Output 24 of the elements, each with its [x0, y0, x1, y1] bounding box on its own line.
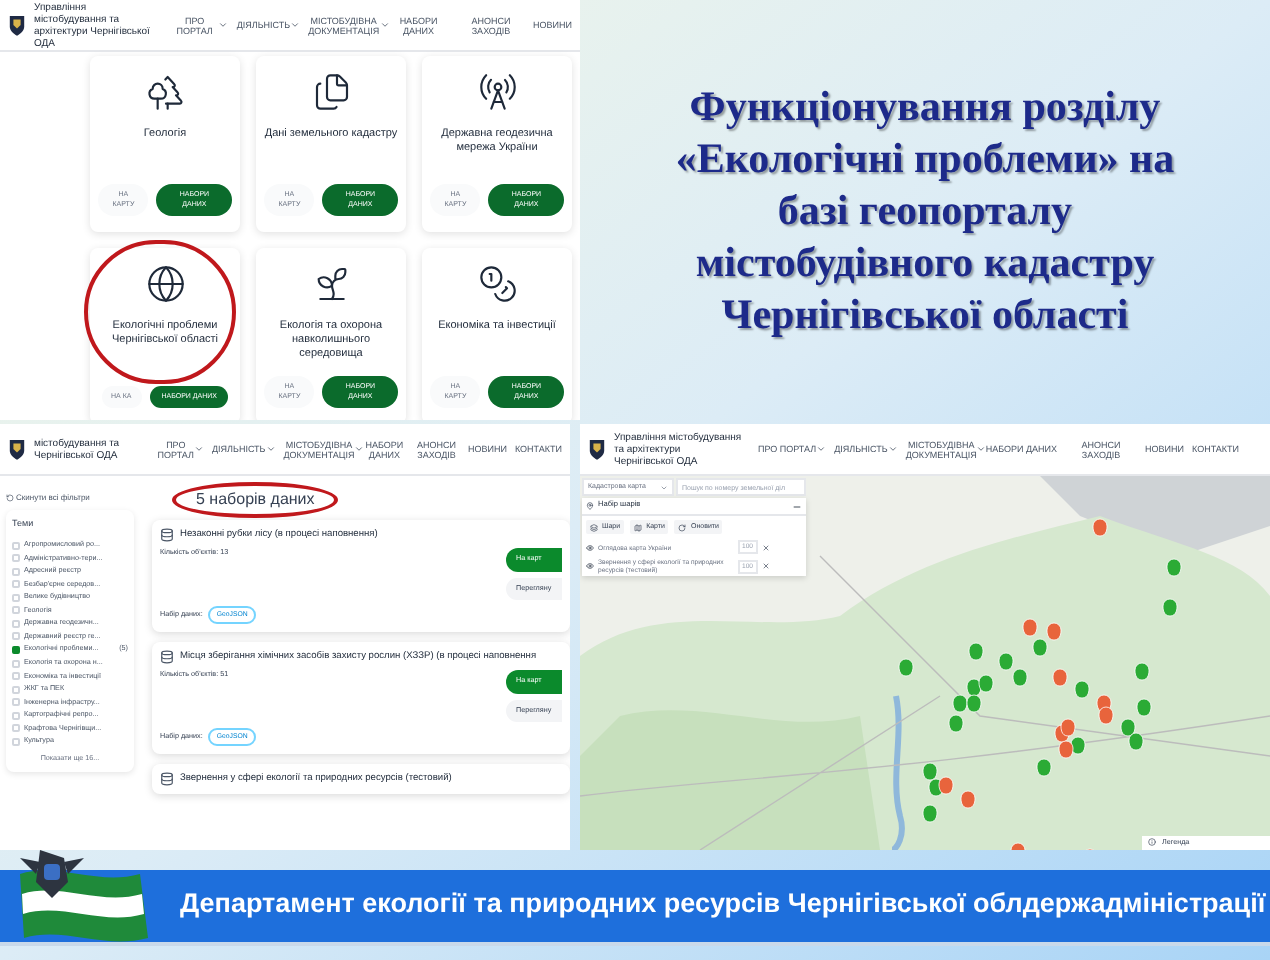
- globe-icon: [145, 264, 185, 304]
- coat-of-arms-icon: [588, 438, 606, 460]
- slide-title: Функціонування розділу «Екологічні проблеми» на базі геопорталу містобудівного кадастру Чернігівської області: [675, 80, 1175, 340]
- coat-of-arms-icon: [8, 14, 26, 36]
- visibility-icon[interactable]: [586, 543, 594, 552]
- datasets-count: 5 наборів даних: [194, 490, 317, 510]
- collapse-icon[interactable]: [792, 501, 802, 511]
- documents-icon: [311, 72, 351, 112]
- database-icon: [160, 772, 174, 787]
- layers-icon: [590, 523, 598, 532]
- map-icon: [634, 523, 643, 532]
- visibility-icon[interactable]: [586, 562, 594, 571]
- footer-text: Департамент екології та природних ресурсів Чернігівської облдержадміністрації: [180, 886, 1266, 923]
- theme-checkbox[interactable]: [12, 645, 20, 654]
- trees-icon: [145, 72, 185, 112]
- database-icon: [160, 528, 174, 543]
- database-icon: [160, 650, 174, 665]
- coat-of-arms-icon: [8, 438, 26, 460]
- info-icon: [1148, 838, 1156, 847]
- pin-icon: [586, 502, 594, 510]
- reset-icon: [6, 494, 14, 502]
- tower-icon: [477, 72, 517, 112]
- refresh-icon: [678, 523, 687, 532]
- coins-icon: [477, 264, 517, 304]
